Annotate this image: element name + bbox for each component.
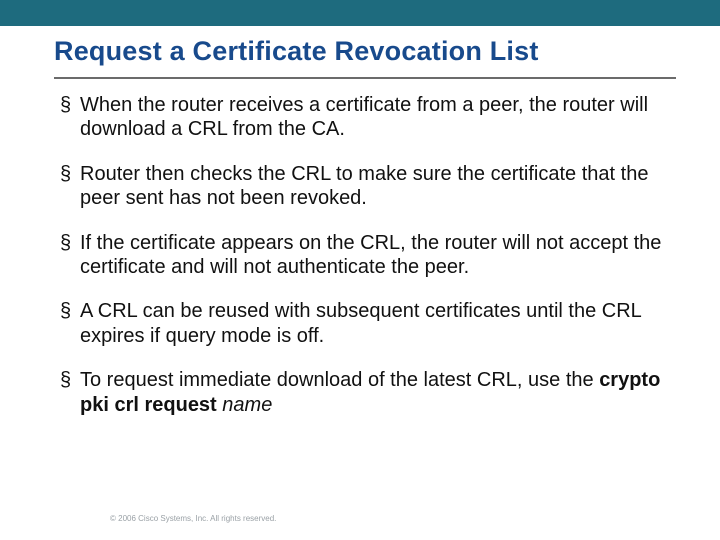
bullet-item: To request immediate download of the lat… bbox=[60, 368, 672, 417]
bullet-item: If the certificate appears on the CRL, t… bbox=[60, 231, 672, 280]
content-area: When the router receives a certificate f… bbox=[0, 79, 720, 417]
bullet-text: Router then checks the CRL to make sure … bbox=[80, 163, 648, 209]
slide-title: Request a Certificate Revocation List bbox=[54, 36, 676, 67]
bullet-item: When the router receives a certificate f… bbox=[60, 93, 672, 142]
bullet-item: A CRL can be reused with subsequent cert… bbox=[60, 299, 672, 348]
bullet-text: To request immediate download of the lat… bbox=[80, 369, 599, 391]
top-bar bbox=[0, 0, 720, 26]
bullet-list: When the router receives a certificate f… bbox=[60, 93, 672, 417]
title-area: Request a Certificate Revocation List bbox=[0, 26, 720, 71]
bullet-text: A CRL can be reused with subsequent cert… bbox=[80, 300, 641, 346]
command-arg: name bbox=[222, 394, 272, 416]
footer: © 2006 Cisco Systems, Inc. All rights re… bbox=[0, 508, 720, 526]
bullet-text: If the certificate appears on the CRL, t… bbox=[80, 232, 661, 278]
bullet-item: Router then checks the CRL to make sure … bbox=[60, 162, 672, 211]
copyright-text: © 2006 Cisco Systems, Inc. All rights re… bbox=[110, 514, 276, 523]
slide: Request a Certificate Revocation List Wh… bbox=[0, 0, 720, 540]
bullet-text: When the router receives a certificate f… bbox=[80, 94, 648, 140]
